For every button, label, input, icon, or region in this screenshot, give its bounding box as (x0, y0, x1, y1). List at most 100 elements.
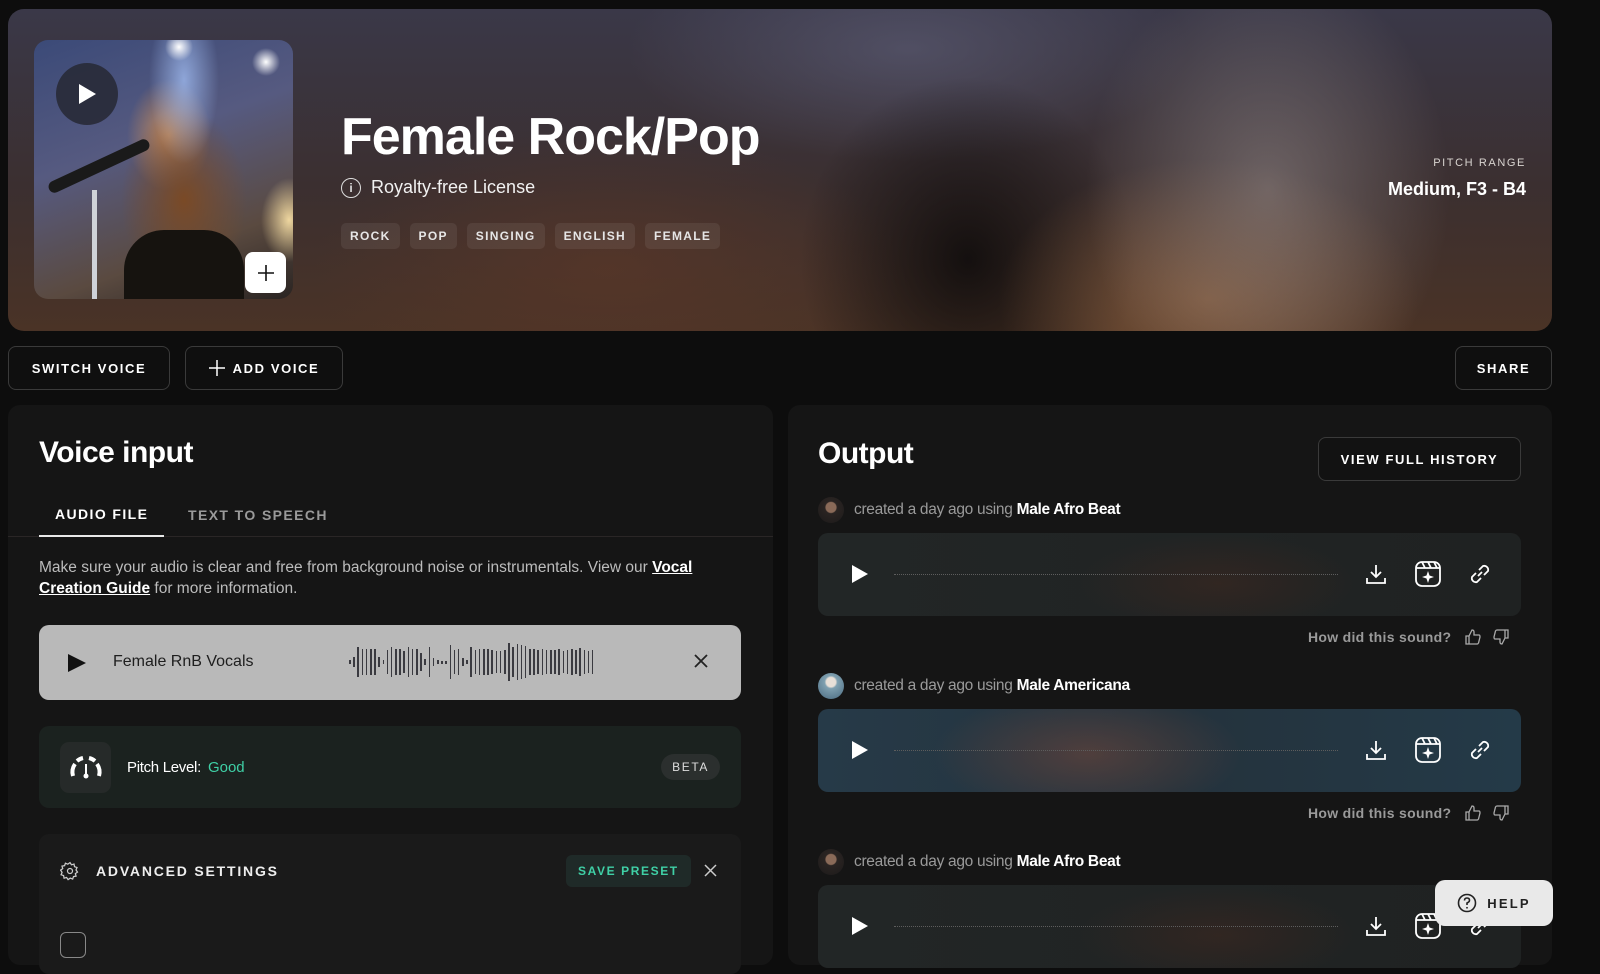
waveform-bar (386, 650, 389, 674)
uploaded-audio-file: Female RnB Vocals (39, 625, 741, 700)
thumbs-up-icon[interactable] (1465, 805, 1482, 821)
waveform-bar (520, 645, 523, 679)
copy-link-button[interactable] (1465, 735, 1495, 765)
output-progress-track[interactable] (894, 750, 1338, 751)
audio-file-name: Female RnB Vocals (113, 653, 254, 670)
waveform-bar (457, 649, 460, 675)
help-icon (1457, 893, 1477, 913)
view-full-history-button[interactable]: VIEW FULL HISTORY (1318, 437, 1521, 481)
waveform-bar (491, 650, 493, 674)
thumbs-up-icon[interactable] (1465, 629, 1482, 645)
help-label: HELP (1487, 895, 1531, 911)
waveform-bar (550, 650, 552, 674)
info-icon: i (341, 177, 361, 198)
voice-name-link[interactable]: Male Afro Beat (1017, 501, 1121, 518)
waveform-bar (428, 647, 431, 677)
output-play-button[interactable] (851, 740, 869, 765)
description-text: Make sure your audio is clear and free f… (39, 559, 653, 576)
waveform-bar (579, 648, 581, 676)
waveform-bar (587, 651, 590, 673)
download-button[interactable] (1361, 559, 1391, 589)
play-icon (852, 917, 868, 935)
setting-checkbox[interactable] (60, 932, 86, 958)
copy-link-button[interactable] (1465, 559, 1495, 589)
waveform-bar (508, 643, 510, 681)
waveform-bar (353, 657, 355, 667)
tab-text-to-speech[interactable]: TEXT TO SPEECH (188, 492, 328, 537)
waveform-bar (374, 649, 376, 675)
audio-waveform[interactable] (349, 639, 701, 685)
download-icon (1366, 741, 1386, 760)
voice-name-link[interactable]: Male Afro Beat (1017, 853, 1121, 870)
output-play-button[interactable] (851, 916, 869, 941)
waveform-bar (512, 647, 514, 677)
thumbs-down-icon[interactable] (1493, 629, 1510, 645)
waveform-bar (499, 651, 502, 673)
pitch-level-value: Good (207, 759, 245, 776)
feedback-prompt: How did this sound? (1308, 805, 1452, 821)
waveform-bar (420, 653, 422, 671)
switch-voice-button[interactable]: SWITCH VOICE (8, 346, 170, 390)
output-play-button[interactable] (851, 564, 869, 589)
add-to-library-button[interactable] (245, 252, 286, 293)
pitch-range-label: PITCH RANGE (1433, 157, 1526, 169)
tag: ROCK (341, 223, 400, 249)
waveform-bar (441, 660, 443, 664)
waveform-bar (524, 646, 527, 678)
gauge-icon (69, 755, 102, 778)
license-info[interactable]: i Royalty-free License (341, 177, 535, 198)
waveform-bar (357, 647, 359, 677)
play-icon (68, 654, 86, 672)
beta-badge: BETA (661, 754, 720, 780)
output-audio-player (818, 533, 1521, 616)
output-item-meta: created a day ago using Male Afro Beat (818, 849, 1121, 875)
waveform-bar (424, 659, 426, 665)
audio-play-button[interactable] (67, 653, 87, 678)
add-voice-button[interactable]: ADD VOICE (185, 346, 343, 390)
view-full-history-label: VIEW FULL HISTORY (1340, 451, 1499, 467)
plus-icon (208, 360, 225, 376)
save-preset-button[interactable]: SAVE PRESET (566, 855, 691, 887)
waveform-bar (462, 658, 464, 666)
waveform-bar (478, 649, 481, 675)
waveform-bar (369, 649, 372, 675)
video-sparkle-icon (1415, 561, 1441, 587)
tab-audio-file[interactable]: AUDIO FILE (39, 492, 165, 537)
waveform-bar (407, 647, 410, 677)
output-progress-track[interactable] (894, 926, 1338, 927)
voice-tags: ROCK POP SINGING ENGLISH FEMALE (341, 223, 721, 249)
waveform-bar (575, 650, 577, 674)
tag: SINGING (466, 223, 545, 249)
gauge-icon-box (60, 742, 111, 793)
thumbs-down-icon[interactable] (1493, 805, 1510, 821)
video-sparkle-icon (1415, 737, 1441, 763)
output-audio-player (818, 709, 1521, 792)
output-item-meta: created a day ago using Male Americana (818, 673, 1130, 699)
waveform-bar (445, 660, 447, 664)
output-title: Output (818, 437, 914, 470)
download-button[interactable] (1361, 735, 1391, 765)
create-video-button[interactable] (1413, 559, 1443, 589)
waveform-bar (570, 649, 573, 675)
advanced-settings-toggle[interactable] (59, 861, 80, 886)
play-icon (852, 741, 868, 759)
close-advanced-button[interactable] (704, 864, 717, 882)
waveform-bar (474, 650, 477, 674)
description-suffix: for more information. (150, 580, 298, 597)
output-progress-track[interactable] (894, 574, 1338, 575)
help-button[interactable]: HELP (1435, 880, 1553, 926)
voice-hero-banner: Female Rock/Pop i Royalty-free License R… (8, 9, 1552, 331)
remove-audio-button[interactable] (694, 649, 708, 673)
voice-name-link[interactable]: Male Americana (1017, 677, 1131, 694)
waveform-bar (390, 647, 393, 677)
cover-mic-stand (92, 190, 97, 299)
share-button[interactable]: SHARE (1455, 346, 1552, 390)
waveform-bar (349, 660, 351, 664)
created-text: created a day ago using (854, 853, 1013, 870)
create-video-button[interactable] (1413, 735, 1443, 765)
preview-play-button[interactable] (56, 63, 118, 125)
input-tabs: AUDIO FILE TEXT TO SPEECH (8, 492, 773, 537)
waveform-bar (537, 650, 540, 674)
waveform-bar (495, 651, 498, 673)
download-button[interactable] (1361, 911, 1391, 941)
